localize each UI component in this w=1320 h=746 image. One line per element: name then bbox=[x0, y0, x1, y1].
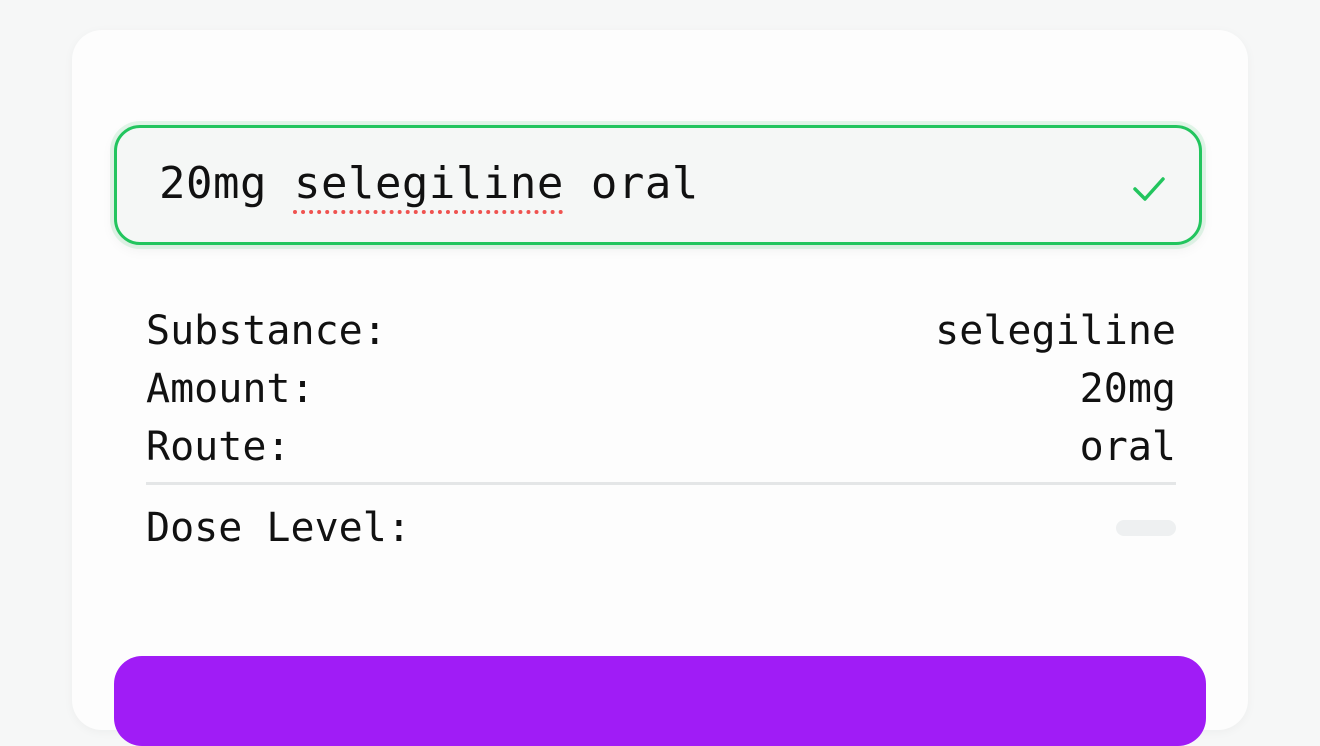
amount-row: Amount: 20mg bbox=[146, 360, 1176, 418]
divider bbox=[146, 482, 1176, 485]
route-value: oral bbox=[1079, 424, 1176, 470]
dose-input-text[interactable]: 20mg selegiline oral bbox=[159, 158, 699, 211]
submit-button[interactable] bbox=[114, 656, 1206, 746]
dose-input-substance: selegiline bbox=[293, 158, 564, 209]
substance-row: Substance: selegiline bbox=[146, 302, 1176, 360]
amount-value: 20mg bbox=[1079, 366, 1176, 412]
dose-level-label: Dose Level: bbox=[146, 505, 411, 551]
parsed-details: Substance: selegiline Amount: 20mg Route… bbox=[146, 302, 1176, 557]
dose-input-route: oral bbox=[590, 158, 699, 209]
substance-value: selegiline bbox=[935, 308, 1176, 354]
substance-label: Substance: bbox=[146, 308, 387, 354]
dose-input-amount: 20mg bbox=[159, 158, 267, 209]
amount-label: Amount: bbox=[146, 366, 315, 412]
route-label: Route: bbox=[146, 424, 291, 470]
dose-card: 20mg selegiline oral Substance: selegili… bbox=[72, 30, 1248, 746]
dose-level-indicator bbox=[1116, 520, 1176, 536]
dose-level-row: Dose Level: bbox=[146, 499, 1176, 557]
route-row: Route: oral bbox=[146, 418, 1176, 476]
dose-input-field[interactable]: 20mg selegiline oral bbox=[114, 125, 1202, 245]
check-icon bbox=[1133, 177, 1165, 201]
